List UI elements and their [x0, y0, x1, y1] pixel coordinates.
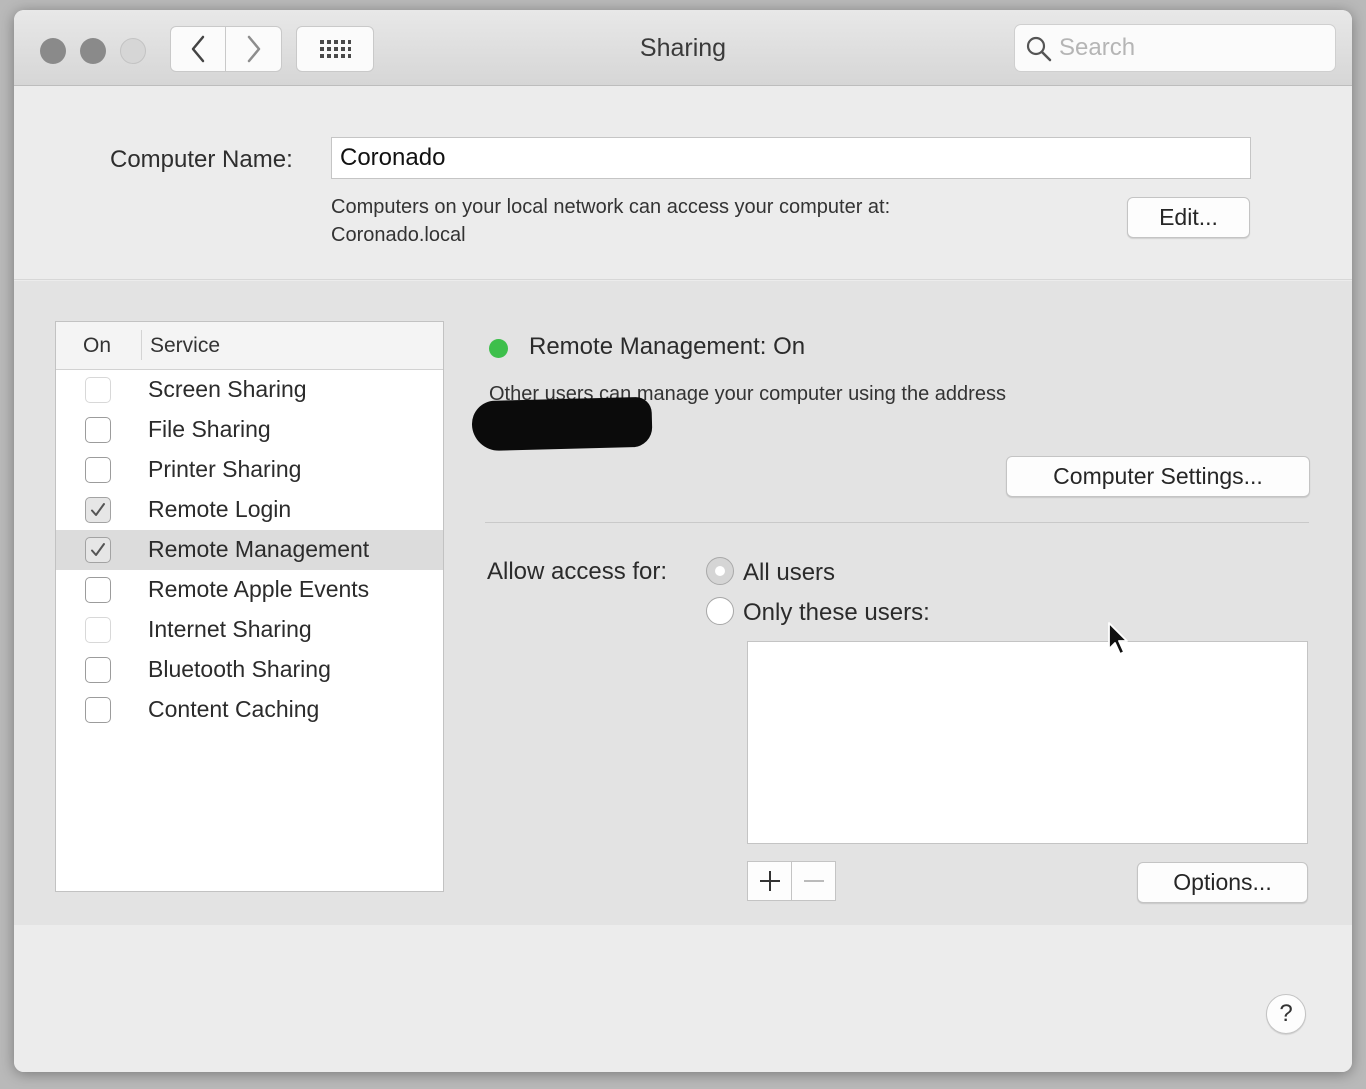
service-label: Bluetooth Sharing — [148, 656, 331, 682]
service-label: Remote Login — [148, 496, 292, 522]
service-label: Internet Sharing — [148, 616, 312, 642]
all-users-radio[interactable] — [706, 557, 734, 585]
computer-name-section: Computer Name: Computers on your local n… — [14, 87, 1352, 280]
users-list[interactable] — [747, 641, 1308, 844]
service-checkbox[interactable] — [85, 417, 111, 443]
service-checkbox[interactable] — [85, 657, 111, 683]
service-list[interactable]: On Service Screen Sharing File Sharing Pri… — [55, 321, 444, 892]
service-row[interactable]: Remote Login — [56, 490, 443, 530]
column-header-on[interactable]: On — [83, 334, 111, 358]
only-these-users-label[interactable]: Only these users: — [743, 599, 930, 627]
service-rows: Screen Sharing File Sharing Printer Sharin… — [56, 370, 443, 730]
services-area: On Service Screen Sharing File Sharing Pri… — [14, 281, 1352, 925]
service-row[interactable]: Content Caching — [56, 690, 443, 730]
remove-user-button[interactable] — [791, 861, 836, 901]
service-row[interactable]: Printer Sharing — [56, 450, 443, 490]
service-label: Remote Apple Events — [148, 576, 370, 602]
search-field[interactable] — [1014, 24, 1336, 72]
checkmark-icon — [91, 543, 105, 556]
service-checkbox[interactable] — [85, 377, 111, 403]
computer-settings-button[interactable]: Computer Settings... — [1006, 456, 1310, 497]
service-label: Screen Sharing — [148, 376, 307, 402]
service-status: Remote Management: On — [529, 333, 806, 360]
edit-button[interactable]: Edit... — [1127, 197, 1250, 238]
radio-selected-dot — [715, 566, 725, 576]
minus-icon — [803, 880, 824, 882]
service-checkbox[interactable] — [85, 497, 111, 523]
only-these-users-radio[interactable] — [706, 597, 734, 625]
service-checkbox[interactable] — [85, 697, 111, 723]
options-button[interactable]: Options... — [1137, 862, 1308, 903]
sharing-window: Sharing Computer Name: Computers on your… — [14, 10, 1352, 1072]
all-users-label[interactable]: All users — [743, 559, 835, 587]
add-user-button[interactable] — [747, 861, 792, 901]
plus-icon — [759, 871, 780, 891]
column-separator — [141, 330, 142, 360]
service-row[interactable]: Remote Apple Events — [56, 570, 443, 610]
computer-name-field[interactable] — [331, 137, 1251, 179]
service-label: Remote Management — [148, 536, 370, 562]
mouse-pointer-icon — [1108, 622, 1128, 655]
computer-name-label: Computer Name: — [110, 146, 293, 173]
local-network-note-text: Computers on your local network can acce… — [331, 196, 891, 218]
local-network-note: Computers on your local network can acce… — [331, 193, 890, 249]
search-input[interactable] — [1059, 31, 1329, 65]
footer-bar: ? — [14, 925, 1352, 1072]
service-label: Printer Sharing — [148, 456, 302, 482]
search-icon — [1026, 36, 1052, 62]
service-row[interactable]: Bluetooth Sharing — [56, 650, 443, 690]
service-checkbox[interactable] — [85, 617, 111, 643]
allow-access-label: Allow access for: — [487, 558, 668, 585]
service-row[interactable]: File Sharing — [56, 410, 443, 450]
title-bar: Sharing — [14, 10, 1352, 86]
service-row[interactable]: Remote Management — [56, 530, 443, 570]
service-checkbox[interactable] — [85, 457, 111, 483]
service-row[interactable]: Internet Sharing — [56, 610, 443, 650]
column-header-service[interactable]: Service — [150, 334, 220, 358]
redaction-mark — [471, 396, 653, 452]
checkmark-icon — [91, 503, 105, 516]
service-checkbox[interactable] — [85, 577, 111, 603]
local-hostname: Coronado.local — [331, 224, 466, 246]
section-divider — [485, 522, 1309, 523]
service-checkbox[interactable] — [85, 537, 111, 563]
service-list-header: On Service — [56, 322, 443, 370]
help-button[interactable]: ? — [1266, 994, 1306, 1034]
service-label: File Sharing — [148, 416, 271, 442]
status-indicator-icon — [489, 339, 508, 358]
service-row[interactable]: Screen Sharing — [56, 370, 443, 410]
service-label: Content Caching — [148, 696, 320, 722]
